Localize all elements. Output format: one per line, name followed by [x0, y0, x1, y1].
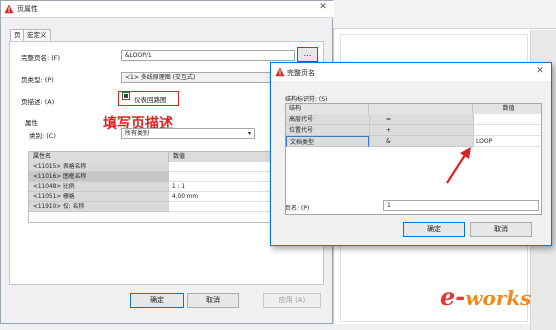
table-row[interactable]: 文档类型 & LOOP — [286, 136, 541, 147]
prop-name: <11015> 表格名称 — [29, 162, 169, 172]
struct-sep: = — [369, 114, 473, 125]
struct-value[interactable] — [473, 125, 541, 136]
apply-button[interactable]: 应用 (A) — [263, 293, 321, 308]
struct-name: 文档类型 — [286, 136, 369, 147]
warning-icon — [275, 67, 285, 77]
dialog2-title-bar: 完整页名 ✕ — [271, 63, 551, 81]
close-icon[interactable]: ✕ — [316, 2, 330, 14]
category-value: 所有类别 — [125, 130, 150, 137]
full-name-field[interactable]: &LOOP/1 — [121, 50, 295, 61]
category-select[interactable]: 所有类别 ▾ — [121, 128, 255, 139]
logo-prefix: e- — [440, 282, 466, 311]
page-type-label: 页类型: (P) — [21, 76, 54, 84]
full-name-label: 完整页名: (F) — [21, 54, 61, 62]
props-section-label: 属性 — [25, 119, 38, 127]
close-icon[interactable]: ✕ — [533, 66, 547, 78]
prop-name: <11048> 比例 — [29, 182, 169, 192]
page-name-label: 页名: (P) — [285, 205, 310, 212]
struct-value[interactable] — [473, 114, 541, 125]
cancel-button[interactable]: 取消 — [187, 293, 239, 308]
page-desc-label: 页描述: (A) — [21, 98, 55, 106]
eworks-logo: e-works — [440, 282, 531, 311]
properties-table: 属性名 数值 <11015> 表格名称 <11016> 图框名称 <11048>… — [28, 151, 295, 223]
structure-table: 结构 数值 高层代号 = 位置代号 + 文档类型 & LOOP — [285, 103, 542, 215]
table-row[interactable]: <11015> 表格名称 — [29, 162, 294, 172]
table-row[interactable]: <11910> 仅: 名称 — [29, 202, 294, 212]
table-row[interactable]: <11051> 栅格 4.00 mm — [29, 192, 294, 202]
ellipsis-icon: … — [303, 49, 312, 58]
logo-text: works — [465, 286, 532, 310]
struct-header-value: 数值 — [473, 104, 541, 114]
full-page-name-dialog: 完整页名 ✕ 结构标识符: (S) 结构 数值 高层代号 = 位置代号 + 文档… — [270, 62, 552, 246]
page-desc-value[interactable]: 仪表回路图 — [134, 94, 167, 104]
category-label: 类别: (C) — [29, 132, 56, 140]
struct-value[interactable]: LOOP — [473, 136, 541, 147]
table-row[interactable]: 高层代号 = — [286, 114, 541, 125]
prop-name: <11051> 栅格 — [29, 192, 169, 202]
struct-label: 结构标识符: (S) — [285, 96, 328, 103]
arrow-annotation — [446, 147, 471, 184]
page-name-field[interactable]: 1 — [383, 200, 539, 211]
ok-button[interactable]: 确定 — [130, 293, 184, 308]
struct-header: 结构 — [286, 104, 369, 114]
title-bar: 页属性 ✕ — [1, 1, 334, 18]
background-toolbar — [333, 0, 556, 29]
dialog2-cancel-button[interactable]: 取消 — [470, 222, 532, 237]
dropdown-icon: ▾ — [247, 130, 251, 137]
struct-name: 位置代号 — [286, 125, 369, 136]
checkbox-icon[interactable] — [122, 92, 130, 100]
dialog-title: 页属性 — [17, 5, 38, 13]
table-row[interactable]: 位置代号 + — [286, 125, 541, 136]
prop-header-name: 属性名 — [29, 152, 169, 162]
table-row[interactable]: <11016> 图框名称 — [29, 172, 294, 182]
prop-name: <11910> 仅: 名称 — [29, 202, 169, 212]
struct-sep: + — [369, 125, 473, 136]
dialog2-title: 完整页名 — [287, 69, 315, 77]
struct-header-sep — [369, 104, 473, 114]
struct-name: 高层代号 — [286, 114, 369, 125]
warning-icon — [4, 4, 14, 14]
dialog2-ok-button[interactable]: 确定 — [403, 222, 465, 237]
page-type-field[interactable]: <1> 多线原理图 (交互式) — [121, 72, 295, 83]
table-row[interactable]: <11048> 比例 1 : 1 — [29, 182, 294, 192]
prop-name: <11016> 图框名称 — [29, 172, 169, 182]
